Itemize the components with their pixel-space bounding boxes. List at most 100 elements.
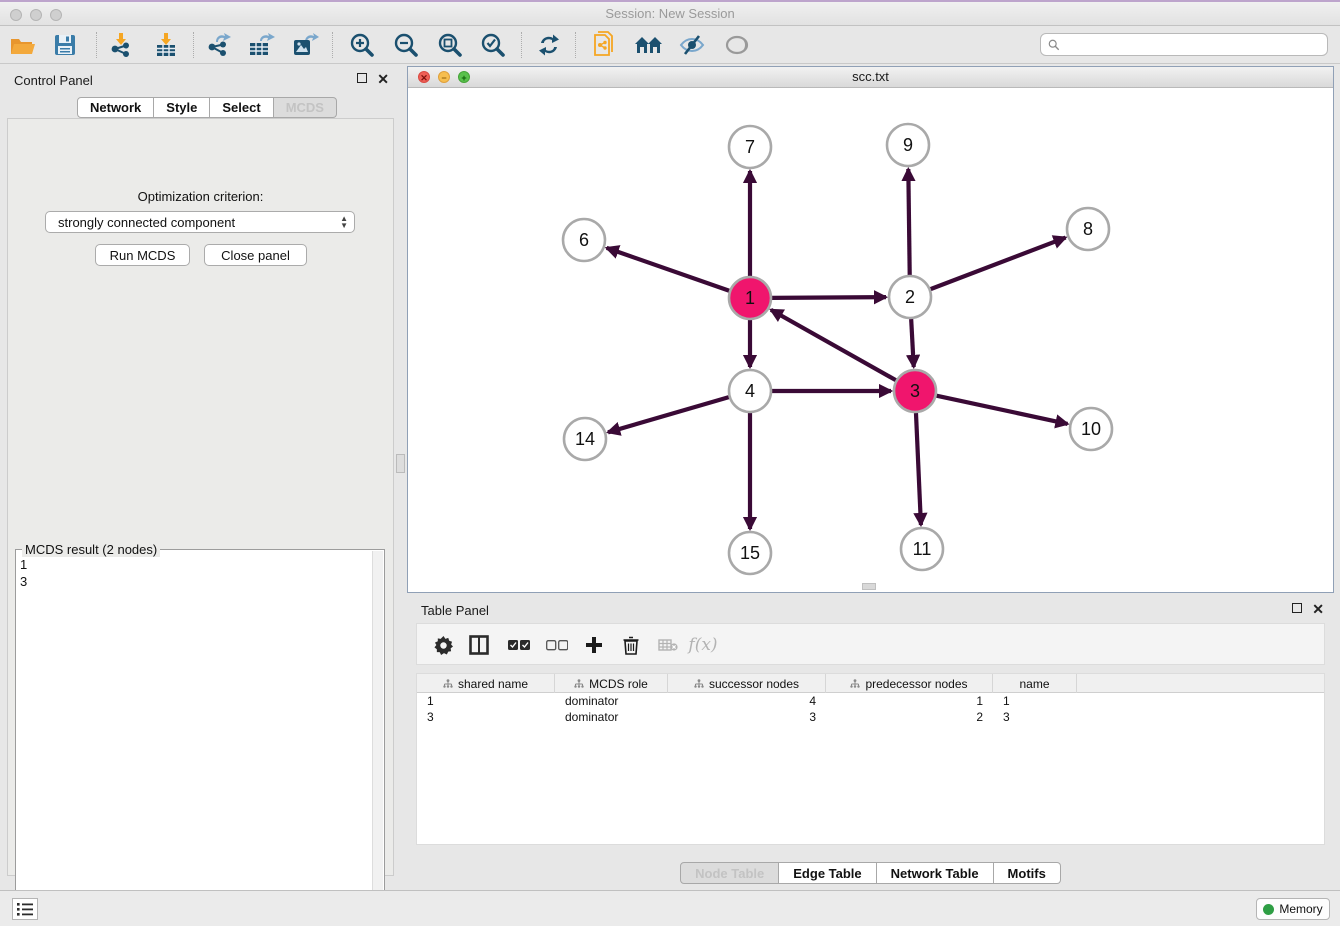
function-builder-button-disabled: f(x)	[689, 632, 717, 658]
node-table-rows: 1dominator4113dominator323	[417, 693, 1324, 725]
tab-motifs[interactable]: Motifs	[994, 862, 1061, 884]
close-panel-button[interactable]: Close panel	[204, 244, 307, 266]
plus-icon	[585, 636, 603, 654]
tab-network-table[interactable]: Network Table	[877, 862, 994, 884]
fit-content-button[interactable]	[433, 29, 467, 61]
close-table-panel-icon[interactable]: ✕	[1312, 603, 1324, 615]
cell-r1-c2[interactable]: 3	[668, 710, 826, 724]
tab-node-table[interactable]: Node Table	[680, 862, 779, 884]
edge-2-3[interactable]	[911, 319, 914, 367]
birds-eye-view-button[interactable]	[720, 29, 754, 61]
node-label-14: 14	[575, 429, 595, 449]
zoom-selected-icon	[480, 32, 506, 58]
task-history-button[interactable]	[12, 898, 38, 920]
node-label-7: 7	[745, 137, 755, 157]
mcds-result-scrollbar[interactable]	[372, 551, 383, 923]
table-panel: Table Panel ✕	[407, 596, 1334, 890]
close-window-icon[interactable]	[10, 9, 22, 21]
network-overview-button[interactable]	[632, 29, 666, 61]
minimize-network-icon[interactable]: −	[438, 71, 450, 83]
column-header-predecessor-nodes[interactable]: predecessor nodes	[826, 674, 993, 693]
table-row[interactable]: 3dominator323	[417, 709, 1324, 725]
edge-3-10[interactable]	[937, 396, 1068, 424]
tab-edge-table[interactable]: Edge Table	[779, 862, 876, 884]
cell-r1-c3[interactable]: 2	[826, 710, 993, 724]
hide-graphics-details-button[interactable]	[675, 29, 709, 61]
tab-mcds[interactable]: MCDS	[274, 97, 337, 118]
toolbar-separator	[332, 32, 333, 58]
zoom-in-icon	[349, 32, 375, 58]
folder-open-icon	[10, 34, 36, 56]
float-panel-icon[interactable]	[357, 73, 367, 83]
cell-r0-c3[interactable]: 1	[826, 694, 993, 708]
node-table[interactable]: shared name MCDS role successor nodes pr…	[416, 673, 1325, 845]
export-table-button[interactable]	[244, 29, 278, 61]
cell-r0-c0[interactable]: 1	[417, 694, 555, 708]
cell-r1-c0[interactable]: 3	[417, 710, 555, 724]
column-header-name[interactable]: name	[993, 674, 1077, 693]
table-toolbar: f(x)	[416, 623, 1325, 665]
node-label-6: 6	[579, 230, 589, 250]
edge-3-1[interactable]	[771, 310, 896, 380]
export-image-button[interactable]	[288, 29, 322, 61]
close-network-icon[interactable]: ✕	[418, 71, 430, 83]
zoom-selected-button[interactable]	[476, 29, 510, 61]
node-label-1: 1	[745, 288, 755, 308]
optimization-criterion-select[interactable]: strongly connected component ▲▼	[45, 211, 355, 233]
node-label-10: 10	[1081, 419, 1101, 439]
network-window-titlebar[interactable]: ✕ − + scc.txt	[408, 67, 1333, 88]
edge-1-2[interactable]	[772, 297, 886, 298]
export-network-button[interactable]	[201, 29, 235, 61]
node-label-9: 9	[903, 135, 913, 155]
search-field[interactable]	[1040, 33, 1328, 56]
attribute-icon	[694, 679, 704, 688]
select-all-button[interactable]	[505, 632, 533, 658]
apply-layout-button[interactable]	[532, 29, 566, 61]
cell-r0-c1[interactable]: dominator	[555, 694, 668, 708]
show-columns-button[interactable]	[465, 632, 493, 658]
zoom-in-button[interactable]	[345, 29, 379, 61]
unselect-all-button[interactable]	[543, 632, 571, 658]
mcds-tab-content: Optimization criterion: strongly connect…	[7, 118, 394, 876]
zoom-window-icon[interactable]	[50, 9, 62, 21]
cell-r0-c4[interactable]: 1	[993, 694, 1077, 708]
edge-1-6[interactable]	[607, 248, 730, 291]
column-header-shared-name[interactable]: shared name	[417, 674, 555, 693]
control-panel-tabs: Network Style Select MCDS	[77, 97, 337, 118]
tab-select[interactable]: Select	[210, 97, 273, 118]
tab-style[interactable]: Style	[154, 97, 210, 118]
fx-icon: f(x)	[688, 635, 717, 655]
cell-r1-c4[interactable]: 3	[993, 710, 1077, 724]
search-input[interactable]	[1064, 35, 1327, 54]
close-panel-icon[interactable]: ✕	[377, 73, 389, 85]
mcds-result-text[interactable]: 1 3	[20, 556, 370, 920]
tab-network[interactable]: Network	[77, 97, 154, 118]
cell-r1-c1[interactable]: dominator	[555, 710, 668, 724]
horizontal-splitter-grip[interactable]	[862, 583, 876, 590]
import-table-button[interactable]	[149, 29, 183, 61]
column-header-successor-nodes[interactable]: successor nodes	[668, 674, 826, 693]
table-options-button[interactable]	[429, 632, 457, 658]
minimize-window-icon[interactable]	[30, 9, 42, 21]
save-session-button[interactable]	[48, 29, 82, 61]
import-network-button[interactable]	[104, 29, 138, 61]
network-canvas[interactable]: 1234678910111415	[408, 88, 1333, 592]
edge-2-9[interactable]	[908, 169, 909, 275]
table-row[interactable]: 1dominator411	[417, 693, 1324, 709]
open-session-button[interactable]	[6, 29, 40, 61]
add-row-button[interactable]	[580, 632, 608, 658]
edge-2-8[interactable]	[931, 238, 1066, 290]
list-icon	[17, 903, 33, 916]
memory-button[interactable]: Memory	[1256, 898, 1330, 920]
zoom-out-button[interactable]	[389, 29, 423, 61]
cell-r0-c2[interactable]: 4	[668, 694, 826, 708]
clone-network-button[interactable]	[588, 29, 622, 61]
run-mcds-button[interactable]: Run MCDS	[95, 244, 190, 266]
edge-4-14[interactable]	[608, 397, 729, 432]
edge-3-11[interactable]	[916, 413, 921, 525]
maximize-network-icon[interactable]: +	[458, 71, 470, 83]
vertical-splitter-grip[interactable]	[396, 454, 405, 473]
delete-row-button[interactable]	[617, 632, 645, 658]
float-table-panel-icon[interactable]	[1292, 603, 1302, 613]
column-header-mcds-role[interactable]: MCDS role	[555, 674, 668, 693]
